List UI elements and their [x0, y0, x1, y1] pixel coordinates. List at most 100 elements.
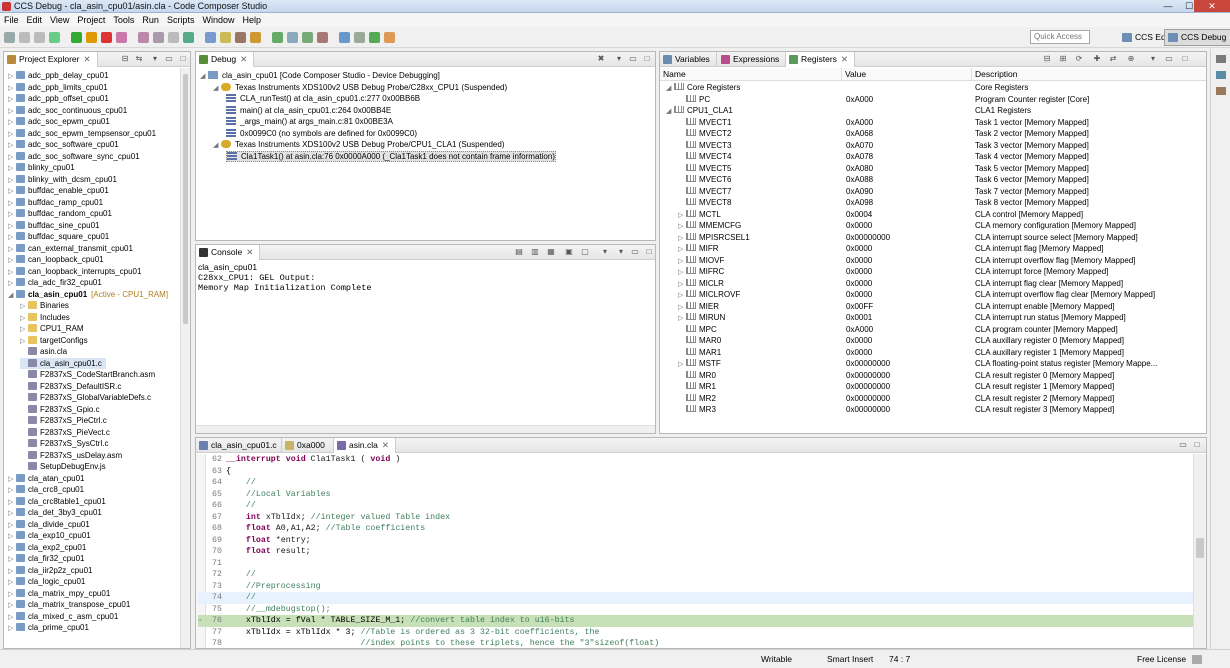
register-value[interactable]: 0x00000000	[846, 381, 972, 393]
project-item[interactable]: ▷ adc_soc_epwm_tempsensor_cpu01	[8, 128, 156, 140]
editor-scrollbar[interactable]	[1193, 454, 1206, 648]
project-item[interactable]: ▷ cla_atan_cpu01	[8, 473, 85, 485]
register-value[interactable]: 0xA080	[846, 163, 972, 175]
register-row[interactable]: ◢ Core Registers Core Registers	[660, 82, 1206, 94]
code-editor[interactable]: 62 __interrupt void Cla1Task1 ( void ) 63 {…	[198, 454, 1193, 648]
toolbar-icon-17[interactable]	[272, 32, 283, 43]
register-row[interactable]: ▷ MMEMCFG 0x0000 CLA memory configuration […	[660, 220, 1206, 232]
project-item[interactable]: ◢ cla_asin_cpu01 [Active - CPU1_RAM]	[8, 289, 168, 301]
project-item[interactable]: ▷ adc_soc_software_cpu01	[8, 139, 119, 151]
register-row[interactable]: ▷ MIFR 0x0000 CLA interrupt flag [Memory Ma…	[660, 243, 1206, 255]
register-row[interactable]: ▷ MSTF 0x00000000 CLA floating-point status…	[660, 358, 1206, 370]
project-item[interactable]: ▷ cla_matrix_mpy_cpu01	[8, 588, 110, 600]
register-row[interactable]: MR2 0x00000000 CLA result register 2 [Memo…	[660, 393, 1206, 405]
toolbar-icon-10[interactable]	[153, 32, 164, 43]
register-value[interactable]: 0x0000	[846, 220, 972, 232]
project-explorer-scrollbar[interactable]	[180, 68, 190, 648]
column-name[interactable]: Name	[660, 68, 842, 81]
column-description[interactable]: Description	[972, 68, 1206, 81]
tab-debug[interactable]: Debug ✕	[196, 52, 255, 67]
register-row[interactable]: ◢ CPU1_CLA1 CLA1 Registers	[660, 105, 1206, 117]
toolbar-icon-18[interactable]	[287, 32, 298, 43]
register-value[interactable]: 0x0000	[846, 266, 972, 278]
minimize-view-icon[interactable]: ▭	[630, 247, 640, 257]
file-item[interactable]: cla_asin_cpu01.c	[20, 357, 106, 369]
toolbar-icon-3[interactable]	[34, 32, 45, 43]
link-editor-icon[interactable]: ⇆	[134, 54, 144, 64]
expand-all-icon[interactable]: ⊞	[1058, 54, 1068, 64]
close-tab-icon[interactable]: ✕	[83, 54, 90, 64]
folder-item[interactable]: ▷ Binaries	[20, 300, 69, 312]
project-item[interactable]: ▷ cla_divide_cpu01	[8, 519, 90, 531]
register-value[interactable]: 0xA070	[846, 140, 972, 152]
expanded-arrow-icon[interactable]: ◢	[200, 71, 208, 83]
project-item[interactable]: ▷ adc_ppb_limits_cpu01	[8, 82, 108, 94]
register-value[interactable]: 0x0000	[846, 289, 972, 301]
debug-thread-row[interactable]: ◢ Texas Instruments XDS100v2 USB Debug Pr…	[213, 82, 507, 94]
menu-scripts[interactable]: Scripts	[163, 13, 199, 27]
project-item[interactable]: ▷ buffdac_sine_cpu01	[8, 220, 99, 232]
menu-project[interactable]: Project	[73, 13, 109, 27]
maximize-view-icon[interactable]: □	[644, 247, 654, 257]
close-tab-icon[interactable]: ✕	[240, 54, 247, 64]
quick-access-input[interactable]: Quick Access	[1030, 30, 1090, 44]
folder-item[interactable]: ▷ CPU1_RAM	[20, 323, 84, 335]
status-license[interactable]: Free License	[1137, 654, 1186, 664]
clear-console-icon[interactable]: ▤	[514, 247, 524, 257]
maximize-view-icon[interactable]: □	[642, 54, 652, 64]
file-item[interactable]: F2837xS_Gpio.c	[20, 404, 100, 416]
project-item[interactable]: ▷ cla_prime_cpu01	[8, 622, 89, 634]
toolbar-icon-20[interactable]	[317, 32, 328, 43]
register-value[interactable]: 0x0004	[846, 209, 972, 221]
toolbar-icon-8[interactable]	[116, 32, 127, 43]
format-icon[interactable]: ⇄	[1108, 54, 1118, 64]
register-value[interactable]: 0x0000	[846, 278, 972, 290]
file-item[interactable]: F2837xS_DefaultISR.c	[20, 381, 121, 393]
register-row[interactable]: MVECT4 0xA078 Task 4 vector [Memory Mapped…	[660, 151, 1206, 163]
minimize-view-icon[interactable]: ▭	[164, 54, 174, 64]
word-wrap-icon[interactable]: ▦	[546, 247, 556, 257]
menu-tools[interactable]: Tools	[109, 13, 138, 27]
editor-tab-2[interactable]: 0xa000	[282, 438, 334, 453]
register-row[interactable]: ▷ MPISRCSEL1 0x00000000 CLA interrupt sourc…	[660, 232, 1206, 244]
project-item[interactable]: ▷ blinky_cpu01	[8, 162, 75, 174]
register-value[interactable]: 0x0000	[846, 243, 972, 255]
project-item[interactable]: ▷ adc_ppb_offset_cpu01	[8, 93, 109, 105]
collapse-all-icon[interactable]: ⊟	[120, 54, 130, 64]
register-row[interactable]: ▷ MIOVF 0x0000 CLA interrupt overflow flag …	[660, 255, 1206, 267]
register-value[interactable]: 0xA098	[846, 197, 972, 209]
register-value[interactable]: 0xA000	[846, 324, 972, 336]
restore-icon[interactable]	[1216, 55, 1226, 63]
folder-item[interactable]: ▷ Includes	[20, 312, 70, 324]
register-value[interactable]: 0x00000000	[846, 232, 972, 244]
register-row[interactable]: ▷ MICLROVF 0x0000 CLA interrupt overflow fl…	[660, 289, 1206, 301]
toolbar-icon-1[interactable]	[4, 32, 15, 43]
register-value[interactable]: 0x0000	[846, 255, 972, 267]
toolbar-icon-7[interactable]	[101, 32, 112, 43]
tab-variables[interactable]: Variables	[660, 52, 717, 67]
perspective-ccs-debug[interactable]: CCS Debug	[1164, 29, 1230, 46]
tab-project-explorer[interactable]: Project Explorer ✕	[4, 52, 98, 67]
file-item[interactable]: F2837xS_PieCtrl.c	[20, 415, 107, 427]
project-item[interactable]: ▷ can_loopback_cpu01	[8, 254, 104, 266]
view-menu-icon[interactable]: ▾	[1148, 54, 1158, 64]
refresh-icon[interactable]: ⟳	[1074, 54, 1084, 64]
maximize-view-icon[interactable]: □	[1192, 440, 1202, 450]
register-row[interactable]: MVECT8 0xA098 Task 8 vector [Memory Mapped…	[660, 197, 1206, 209]
project-item[interactable]: ▷ adc_ppb_delay_cpu01	[8, 70, 109, 82]
project-item[interactable]: ▷ cla_adc_fir32_cpu01	[8, 277, 102, 289]
toolbar-icon-4[interactable]	[49, 32, 60, 43]
close-tab-icon[interactable]: ✕	[841, 54, 848, 64]
toolbar-icon-15[interactable]	[235, 32, 246, 43]
menu-edit[interactable]: Edit	[23, 13, 47, 27]
file-item[interactable]: F2837xS_SysCtrl.c	[20, 438, 108, 450]
project-item[interactable]: ▷ buffdac_enable_cpu01	[8, 185, 109, 197]
tab-expressions[interactable]: Expressions	[718, 52, 787, 67]
console-hscrollbar[interactable]	[196, 425, 655, 433]
project-item[interactable]: ▷ cla_exp10_cpu01	[8, 530, 91, 542]
project-item[interactable]: ▷ cla_det_3by3_cpu01	[8, 507, 102, 519]
register-value[interactable]: 0xA000	[846, 94, 972, 106]
register-row[interactable]: ▷ MIRUN 0x0001 CLA interrupt run status [Me…	[660, 312, 1206, 324]
debug-frame-row[interactable]: _args_main() at args_main.c:81 0x00BE3A	[226, 116, 393, 128]
debug-session-row[interactable]: ◢ cla_asin_cpu01 [Code Composer Studio - …	[200, 70, 440, 82]
